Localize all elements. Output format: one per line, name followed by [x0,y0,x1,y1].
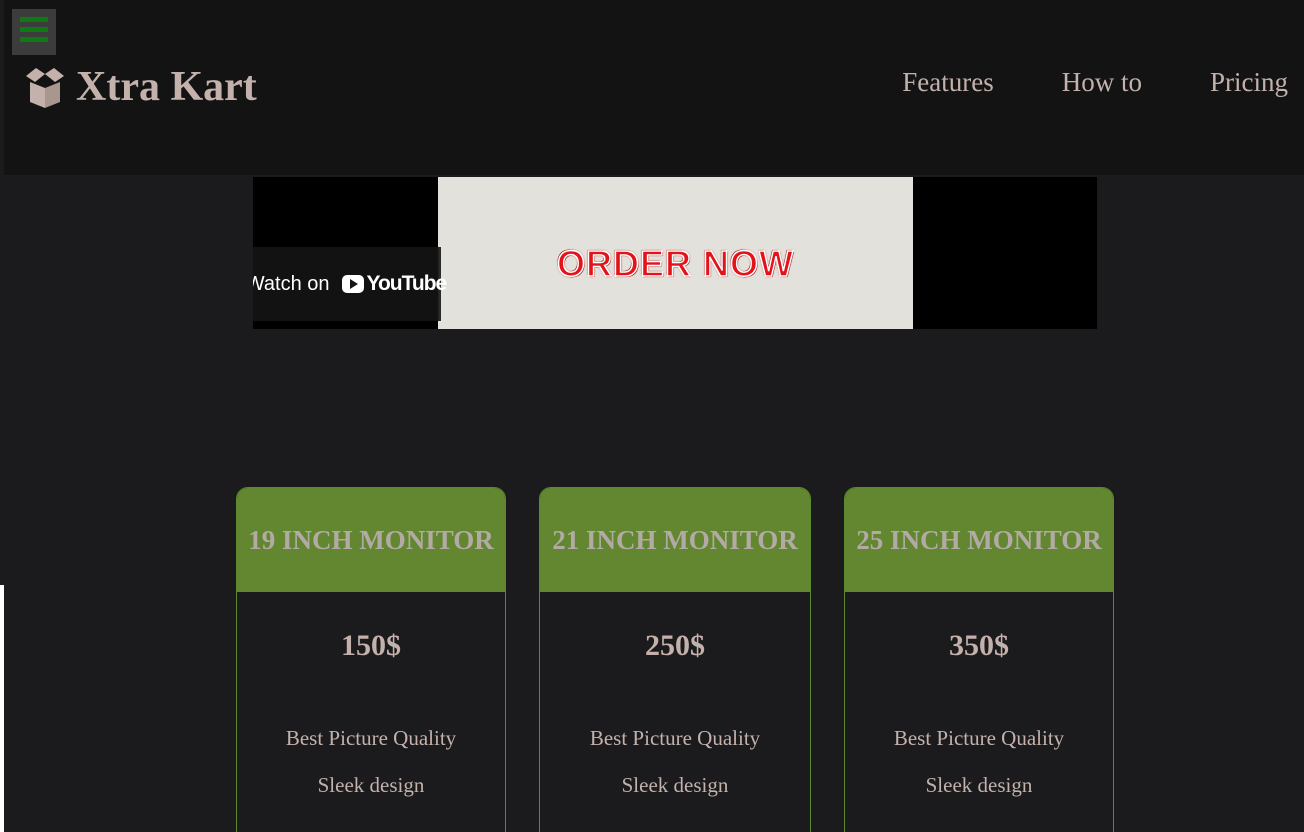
watch-on-label: Watch on [253,272,330,295]
plan-features: Best Picture Quality Sleek design [237,726,505,798]
pricing-card: 25 INCH MONITOR 350$ Best Picture Qualit… [844,487,1114,832]
pricing-card-header: 25 INCH MONITOR [845,488,1113,592]
page: Xtra Kart Features How to Pricing ORDER … [0,0,1304,832]
plan-price: 350$ [949,629,1009,662]
plan-features: Best Picture Quality Sleek design [845,726,1113,798]
pricing-card-header: 19 INCH MONITOR [237,488,505,592]
nav-link-features[interactable]: Features [902,66,993,98]
menu-bar [20,37,48,42]
nav-link-how-to[interactable]: How to [1062,66,1142,98]
youtube-video-embed[interactable]: ORDER NOW Watch on YouTube [253,177,1097,329]
plan-features: Best Picture Quality Sleek design [540,726,810,798]
video-frame[interactable]: ORDER NOW [438,177,913,329]
plan-title: 25 INCH MONITOR [856,524,1102,555]
hamburger-icon[interactable] [12,9,56,55]
youtube-logo: YouTube [341,272,448,296]
plan-feature: Sleek design [621,773,729,798]
pricing-card: 21 INCH MONITOR 250$ Best Picture Qualit… [539,487,811,832]
youtube-wordmark: YouTube [366,272,448,295]
plan-price: 250$ [645,629,705,662]
main-nav: Features How to Pricing [902,66,1288,98]
plan-feature: Best Picture Quality [893,726,1065,750]
watch-on-youtube-button[interactable]: Watch on YouTube [253,247,447,321]
site-header: Xtra Kart Features How to Pricing [4,0,1304,175]
pricing-card: 19 INCH MONITOR 150$ Best Picture Qualit… [236,487,506,832]
plan-title: 21 INCH MONITOR [552,524,798,555]
plan-title: 19 INCH MONITOR [248,524,494,555]
video-overlay-text: ORDER NOW [556,242,794,285]
brand[interactable]: Xtra Kart [22,60,257,114]
menu-bar [20,17,48,22]
plan-price: 150$ [341,629,401,662]
menu-bar [20,27,48,32]
nav-link-pricing[interactable]: Pricing [1210,66,1288,98]
open-box-icon [26,68,64,108]
plan-feature: Sleek design [317,773,425,798]
plan-feature: Best Picture Quality [589,726,761,750]
brand-name: Xtra Kart [76,64,257,110]
youtube-play-icon [341,275,364,293]
pricing-card-header: 21 INCH MONITOR [540,488,810,592]
plan-feature: Sleek design [925,773,1033,798]
plan-feature: Best Picture Quality [285,726,457,750]
pricing-section: 19 INCH MONITOR 150$ Best Picture Qualit… [0,487,1304,832]
